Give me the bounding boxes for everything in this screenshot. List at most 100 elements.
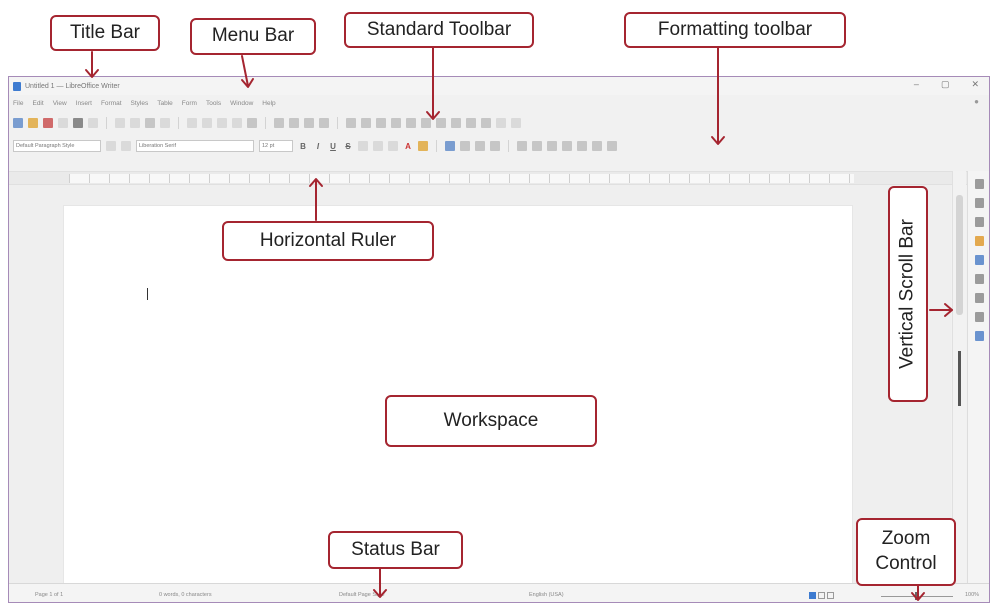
insert-endnote-icon[interactable] [421,118,431,128]
basic-shapes-icon[interactable] [511,118,521,128]
menu-insert[interactable]: Insert [76,100,92,107]
clear-formatting-icon[interactable] [388,141,398,151]
menu-file[interactable]: File [13,100,23,107]
insert-field-icon[interactable] [361,118,371,128]
sidebar-accessibility-icon[interactable] [975,331,984,341]
horizontal-ruler[interactable] [9,171,969,185]
paste-icon[interactable] [145,118,155,128]
zoom-control-callout: Zoom Control [856,518,956,586]
insert-footnote-icon[interactable] [406,118,416,128]
menu-tools[interactable]: Tools [206,100,221,107]
font-size-select[interactable]: 12 pt [259,140,293,152]
writer-window: Untitled 1 — LibreOffice Writer – ▢ ✕ Fi… [8,76,990,603]
formatting-marks-icon[interactable] [247,118,257,128]
toolbar-separator [106,117,107,129]
insert-special-character-icon[interactable] [376,118,386,128]
scroll-marker [958,351,961,406]
decrease-indent-icon[interactable] [577,141,587,151]
line-spacing-icon[interactable] [592,141,602,151]
font-color-button[interactable]: A [403,142,413,151]
menu-form[interactable]: Form [182,100,197,107]
update-style-icon[interactable] [106,141,116,151]
undo-icon[interactable] [187,118,197,128]
minimize-icon[interactable]: – [914,79,919,90]
menu-styles[interactable]: Styles [131,100,149,107]
export-pdf-icon[interactable] [58,118,68,128]
print-preview-icon[interactable] [88,118,98,128]
align-right-icon[interactable] [475,141,485,151]
strikethrough-button[interactable]: S [343,142,353,151]
highlight-color-icon[interactable] [418,141,428,151]
sidebar-gallery-icon[interactable] [975,255,984,265]
sidebar-navigator-icon[interactable] [975,274,984,284]
multi-page-view-icon[interactable] [818,592,825,599]
zoom-slider-handle[interactable] [915,592,918,600]
underline-button[interactable]: U [328,142,338,151]
insert-cross-reference-icon[interactable] [451,118,461,128]
outline-format-icon[interactable] [547,141,557,151]
bold-button[interactable]: B [298,142,308,151]
status-page-style[interactable]: Default Page Style [339,592,385,598]
standard-toolbar-callout: Standard Toolbar [344,12,534,48]
print-icon[interactable] [73,118,83,128]
sidebar-properties-icon[interactable] [975,198,984,208]
clone-formatting-icon[interactable] [160,118,170,128]
insert-line-icon[interactable] [496,118,506,128]
insert-table-icon[interactable] [274,118,284,128]
italic-button[interactable]: I [313,142,323,151]
zoom-percentage[interactable]: 100% [965,592,979,598]
find-replace-icon[interactable] [217,118,227,128]
menu-view[interactable]: View [53,100,67,107]
insert-hyperlink-icon[interactable] [391,118,401,128]
status-language[interactable]: English (USA) [529,592,564,598]
insert-image-icon[interactable] [289,118,299,128]
menu-table[interactable]: Table [157,100,173,107]
save-icon[interactable] [43,118,53,128]
cut-icon[interactable] [115,118,125,128]
menu-edit[interactable]: Edit [32,100,43,107]
copy-icon[interactable] [130,118,140,128]
new-document-icon[interactable] [13,118,23,128]
toolbar-separator [436,140,437,152]
formatting-toolbar: Default Paragraph Style Liberation Serif… [9,137,989,155]
insert-bookmark-icon[interactable] [436,118,446,128]
superscript-icon[interactable] [358,141,368,151]
sidebar-page-icon[interactable] [975,217,984,227]
menu-window[interactable]: Window [230,100,253,107]
status-bar: Page 1 of 1 0 words, 0 characters Defaul… [9,583,989,602]
status-page-count: Page 1 of 1 [35,592,64,598]
paragraph-spacing-icon[interactable] [607,141,617,151]
single-page-view-icon[interactable] [809,592,816,599]
increase-indent-icon[interactable] [562,141,572,151]
new-style-icon[interactable] [121,141,131,151]
open-icon[interactable] [28,118,38,128]
justify-icon[interactable] [490,141,500,151]
track-changes-icon[interactable] [481,118,491,128]
book-view-icon[interactable] [827,592,834,599]
sidebar-design-icon[interactable] [975,312,984,322]
workspace-callout: Workspace [385,395,597,447]
insert-chart-icon[interactable] [304,118,314,128]
subscript-icon[interactable] [373,141,383,151]
menu-format[interactable]: Format [101,100,122,107]
close-icon[interactable]: ✕ [971,79,979,90]
spelling-icon[interactable] [232,118,242,128]
align-left-icon[interactable] [445,141,455,151]
paragraph-style-select[interactable]: Default Paragraph Style [13,140,101,152]
sidebar-settings-icon[interactable] [975,179,984,189]
align-center-icon[interactable] [460,141,470,151]
maximize-icon[interactable]: ▢ [941,79,950,90]
scroll-thumb[interactable] [956,195,963,315]
sidebar-manage-changes-icon[interactable] [975,293,984,303]
close-document-icon[interactable]: ● [974,97,979,106]
insert-page-break-icon[interactable] [346,118,356,128]
formatting-toolbar-callout: Formatting toolbar [624,12,846,48]
sidebar-styles-icon[interactable] [975,236,984,246]
insert-text-box-icon[interactable] [319,118,329,128]
font-name-select[interactable]: Liberation Serif [136,140,254,152]
insert-comment-icon[interactable] [466,118,476,128]
unordered-list-icon[interactable] [517,141,527,151]
redo-icon[interactable] [202,118,212,128]
menu-help[interactable]: Help [262,100,275,107]
ordered-list-icon[interactable] [532,141,542,151]
